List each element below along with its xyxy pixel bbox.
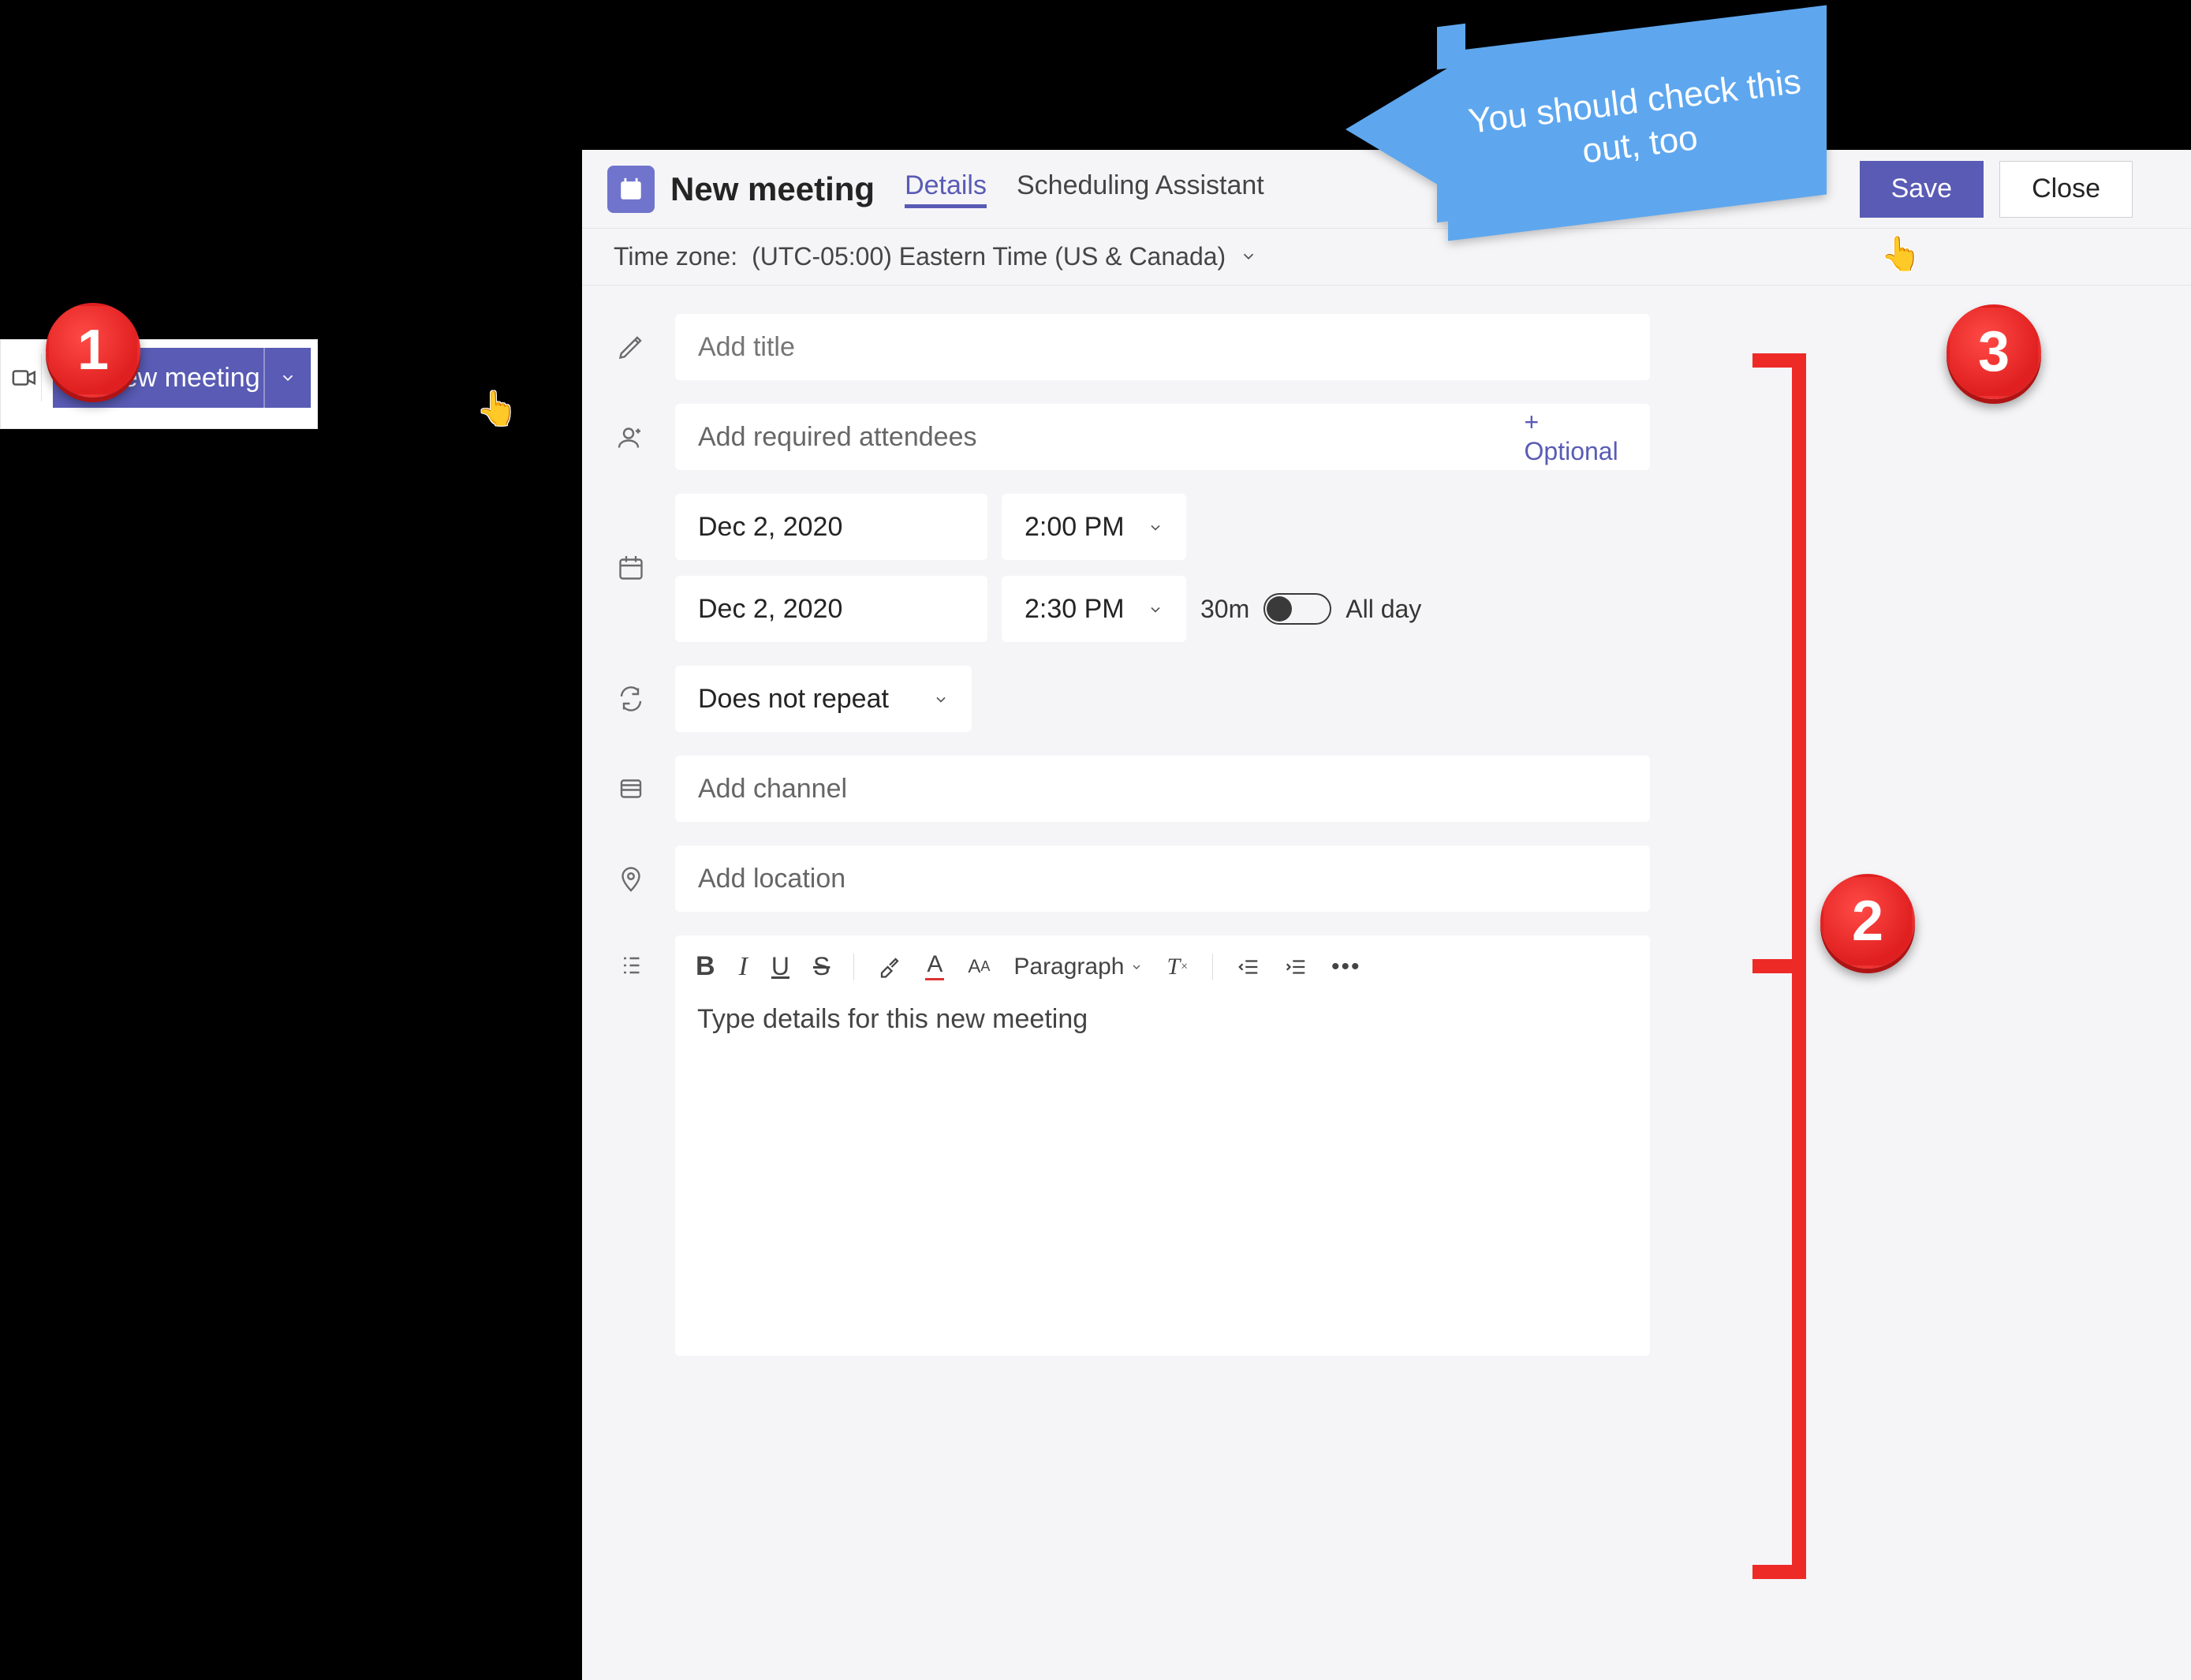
annotation-badge-3: 3 [1947,304,2041,399]
save-button[interactable]: Save [1860,161,1984,218]
separator [1212,954,1213,980]
annotation-badge-2: 2 [1820,874,1915,969]
channel-input[interactable]: Add channel [675,756,1650,822]
timezone-value: (UTC-05:00) Eastern Time (US & Canada) [752,242,1226,271]
location-input[interactable]: Add location [675,846,1650,912]
attendees-input[interactable]: Add required attendees + Optional [675,404,1650,470]
description-textarea[interactable]: Type details for this new meeting [675,993,1650,1356]
chevron-down-icon [1148,512,1163,543]
rte-underline-button[interactable]: U [771,952,789,981]
optional-attendees-link[interactable]: + Optional [1525,408,1628,466]
annotation-callout: You should check this out, too [1346,28,1827,218]
rte-fontcolor-button[interactable]: A [925,953,944,980]
end-date-input[interactable]: Dec 2, 2020 [675,576,987,642]
start-date-input[interactable]: Dec 2, 2020 [675,494,987,560]
description-editor[interactable]: B I U S A AA Paragraph T× [675,935,1650,1356]
close-button[interactable]: Close [1999,161,2133,218]
rte-toolbar: B I U S A AA Paragraph T× [675,935,1650,993]
start-time-input[interactable]: 2:00 PM [1002,494,1186,560]
annotation-badge-1: 1 [46,303,140,398]
cursor-icon: 👆 [476,390,517,428]
meeting-panel: New meeting Details Scheduling Assistant… [582,150,2191,1680]
rte-more-button[interactable]: ••• [1331,954,1361,980]
recurrence-select[interactable]: Does not repeat [675,666,972,732]
attendees-icon [614,423,648,451]
separator [853,954,854,980]
description-icon [614,935,648,980]
allday-toggle[interactable] [1263,593,1331,625]
rte-clearformat-button[interactable]: T× [1166,954,1188,980]
annotation-bracket [1727,353,1806,1579]
page-title: New meeting [670,170,875,208]
tab-details[interactable]: Details [905,170,987,208]
calendar-app-icon [607,166,655,213]
rte-paragraph-select[interactable]: Paragraph [1013,954,1143,980]
meeting-form: Add required attendees + Optional Dec 2,… [582,286,2191,1387]
timezone-row[interactable]: Time zone: (UTC-05:00) Eastern Time (US … [582,229,2191,286]
rte-highlight-button[interactable] [878,955,901,979]
end-time-input[interactable]: 2:30 PM [1002,576,1186,642]
tab-scheduling-assistant[interactable]: Scheduling Assistant [1017,170,1264,208]
channel-icon [614,775,648,803]
rte-indent-button[interactable] [1284,955,1308,979]
chevron-down-icon [279,369,297,386]
meet-now-icon[interactable] [7,354,42,401]
chevron-down-icon [933,684,949,715]
rte-outdent-button[interactable] [1237,955,1260,979]
location-icon [614,864,648,893]
rte-fontsize-button[interactable]: AA [968,956,990,978]
title-input[interactable] [675,314,1650,380]
new-meeting-dropdown-caret[interactable] [263,348,311,408]
timezone-prefix: Time zone: [614,242,737,271]
recurrence-icon [614,685,648,713]
duration-value: 30m [1200,595,1249,624]
chevron-down-icon [1240,242,1257,271]
allday-label: All day [1346,595,1421,624]
rte-strike-button[interactable]: S [813,952,830,981]
rte-italic-button[interactable]: I [739,952,748,982]
chevron-down-icon [1148,594,1163,625]
rte-bold-button[interactable]: B [696,951,715,982]
chevron-down-icon [1130,961,1143,973]
calendar-icon [614,554,648,582]
pencil-icon [614,333,648,361]
